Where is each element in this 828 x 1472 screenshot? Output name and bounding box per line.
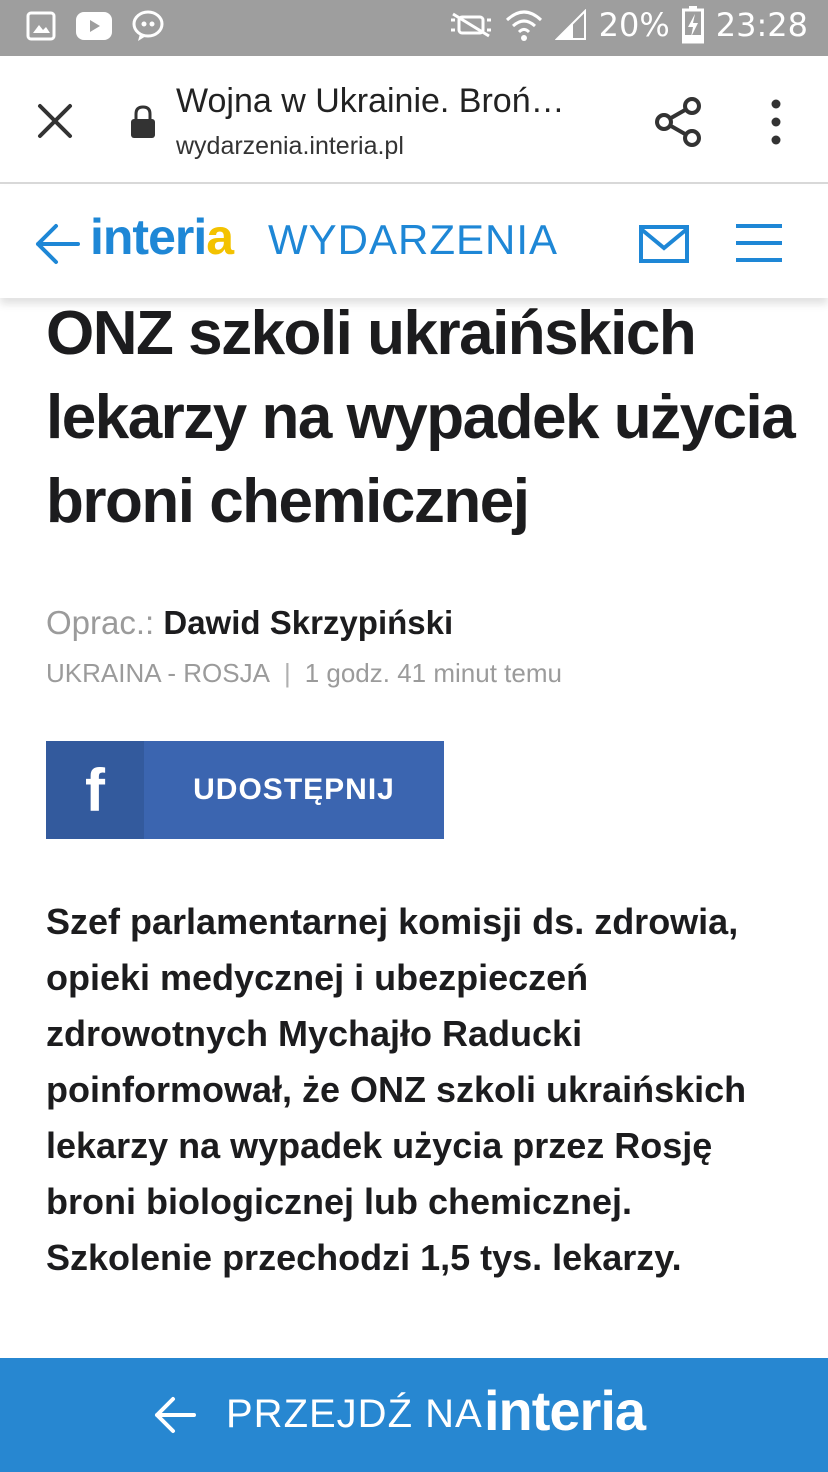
status-bar: 20% 23:28 [0,0,828,56]
close-icon[interactable] [30,96,80,146]
share-label: UDOSTĘPNIJ [193,773,395,806]
clock: 23:28 [715,6,808,44]
category-link[interactable]: UKRAINA - ROSJA [46,658,270,688]
facebook-icon: f [46,741,144,839]
section-name[interactable]: WYDARZENIA [268,216,558,264]
logo-accent-text: a [206,209,234,265]
signal-icon [554,9,586,40]
gallery-icon [26,11,56,41]
article-lead: Szef parlamentarnej komisji ds. zdrowia,… [46,901,747,1278]
battery-charging-icon [681,6,704,44]
battery-percent: 20% [598,6,670,44]
back-arrow-icon [155,1397,196,1433]
go-to-interia-banner[interactable]: PRZEJDŹ NA interia [0,1358,828,1472]
wifi-icon [505,10,542,41]
byline: Oprac.: Dawid Skrzypiński [46,604,453,642]
share-icon[interactable] [650,94,706,150]
site-header: interia WYDARZENIA [0,186,828,298]
banner-text: PRZEJDŹ NA [226,1392,483,1436]
page-title[interactable]: Wojna w Ukrainie. Broń… [176,82,565,121]
youtube-icon [76,12,112,40]
banner-logo: interia [484,1379,646,1442]
hamburger-menu-icon[interactable] [734,222,784,264]
facebook-share-button[interactable]: f UDOSTĘPNIJ [46,741,444,839]
lock-icon [131,105,155,138]
back-arrow-icon[interactable] [34,222,80,266]
messenger-icon [132,10,164,41]
article-headline: ONZ szkoli ukraińskich lekarzy na wypade… [46,299,796,536]
mute-icon [450,12,491,38]
article-meta: UKRAINA - ROSJA | 1 godz. 41 minut temu [46,658,562,689]
logo-main-text: interi [90,209,207,265]
browser-toolbar: Wojna w Ukrainie. Broń… wydarzenia.inter… [0,56,828,184]
author-name[interactable]: Dawid Skrzypiński [163,604,453,641]
publish-time: 1 godz. 41 minut temu [304,658,562,688]
overflow-menu-icon[interactable] [756,96,796,148]
mail-icon[interactable] [638,222,690,266]
interia-logo[interactable]: interia [90,208,234,266]
status-bar-notifications [26,10,166,42]
meta-separator: | [283,658,291,688]
page-url[interactable]: wydarzenia.interia.pl [176,132,404,161]
byline-label: Oprac.: [46,604,155,641]
status-bar-system: 20% 23:28 [449,6,808,44]
